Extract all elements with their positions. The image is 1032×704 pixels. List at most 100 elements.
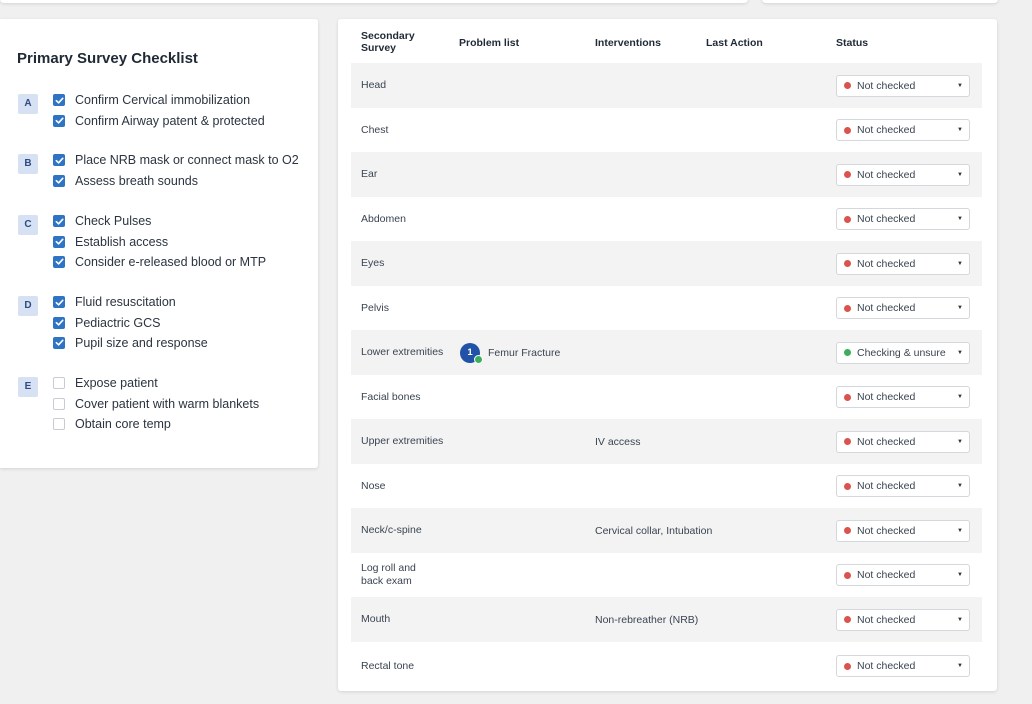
table-row[interactable]: Eyes Not checked ▼ [351, 241, 982, 286]
status-dropdown[interactable]: Not checked ▼ [836, 208, 970, 230]
checklist-item[interactable]: Pupil size and response [53, 333, 323, 353]
checkbox-checked[interactable] [53, 114, 65, 127]
interventions-cell: IV access [595, 435, 641, 448]
table-row[interactable]: Facial bones Not checked ▼ [351, 375, 982, 419]
status-dropdown[interactable]: Not checked ▼ [836, 252, 970, 275]
status-value: Checking & unsure [857, 346, 946, 359]
caret-down-icon: ▼ [957, 527, 963, 534]
secondary-survey-panel: Secondary Survey Problem list Interventi… [338, 19, 997, 691]
checklist-item[interactable]: Pediactric GCS [53, 312, 323, 332]
status-dot-icon [844, 662, 851, 670]
checklist-item-label: Pediactric GCS [75, 315, 161, 330]
status-value: Not checked [857, 213, 916, 225]
check-icon [55, 299, 64, 306]
checkbox-checked[interactable] [53, 174, 65, 187]
check-icon [55, 339, 64, 347]
caret-down-icon: ▼ [957, 616, 963, 623]
table-row[interactable]: Upper extremities IV access Not checked ▼ [351, 419, 982, 464]
checklist-item[interactable]: Fluid resuscitation [53, 292, 323, 312]
table-row[interactable]: Log roll and back exam Not checked ▼ [351, 553, 982, 597]
problem-list-cell[interactable]: 1 Femur Fracture [460, 330, 560, 375]
checklist-item[interactable]: Obtain core temp [53, 414, 323, 434]
status-dropdown[interactable]: Not checked ▼ [836, 608, 970, 631]
checkbox-checked[interactable] [53, 296, 65, 309]
table-row[interactable]: Ear Not checked ▼ [351, 152, 982, 197]
checkbox-checked[interactable] [53, 255, 65, 268]
status-dropdown[interactable]: Not checked ▼ [836, 119, 970, 141]
status-dropdown[interactable]: Checking & unsure ▼ [836, 341, 970, 364]
checklist-item-label: Assess breath sounds [75, 173, 198, 188]
checklist-item[interactable]: Check Pulses [53, 211, 323, 231]
table-row[interactable]: Pelvis Not checked ▼ [351, 286, 982, 330]
table-row[interactable]: Lower extremities 1 Femur Fracture Checking… [351, 330, 982, 375]
checklist-item-label: Expose patient [75, 376, 158, 391]
status-value: Not checked [857, 124, 916, 136]
table-row[interactable]: Rectal tone Not checked ▼ [351, 642, 982, 690]
status-dropdown[interactable]: Not checked ▼ [836, 74, 970, 97]
checklist-item[interactable]: Confirm Airway patent & protected [53, 110, 323, 130]
checklist-item[interactable]: Consider e-released blood or MTP [53, 252, 323, 272]
checkbox-unchecked[interactable] [53, 377, 65, 390]
checkbox-unchecked[interactable] [53, 417, 65, 430]
status-value: Not checked [857, 569, 916, 581]
checkbox-checked[interactable] [53, 336, 65, 349]
interventions-cell: Cervical collar, Intubation [595, 524, 713, 537]
checklist-item[interactable]: Confirm Cervical immobilization [53, 90, 323, 110]
status-dropdown[interactable]: Not checked ▼ [836, 475, 970, 497]
checklist-item-label: Confirm Airway patent & protected [75, 113, 265, 128]
checklist-item[interactable]: Assess breath sounds [53, 170, 323, 190]
check-icon [55, 117, 64, 124]
status-dropdown[interactable]: Not checked ▼ [836, 519, 970, 542]
table-row[interactable]: Abdomen Not checked ▼ [351, 197, 982, 241]
status-value: Not checked [857, 168, 916, 181]
problem-label: Femur Fracture [488, 346, 561, 359]
table-row[interactable]: Head Not checked ▼ [351, 63, 982, 108]
group-letter-badge: A [18, 94, 38, 114]
group-letter-badge: C [18, 215, 38, 235]
header-secondary-survey: Secondary Survey [361, 30, 415, 54]
status-dropdown[interactable]: Not checked ▼ [836, 430, 970, 453]
checklist-item-label: Cover patient with warm blankets [75, 396, 260, 411]
checkbox-checked[interactable] [53, 94, 65, 107]
checklist-item[interactable]: Place NRB mask or connect mask to O2 [53, 150, 323, 170]
table-row[interactable]: Neck/c-spine Cervical collar, Intubation N… [351, 508, 982, 553]
status-dot-icon [844, 304, 851, 312]
checklist-item[interactable]: Cover patient with warm blankets [53, 393, 323, 413]
body-region-label: Pelvis [361, 301, 390, 314]
checkbox-checked[interactable] [53, 154, 65, 167]
checkbox-unchecked[interactable] [53, 397, 65, 410]
table-row[interactable]: Chest Not checked ▼ [351, 108, 982, 152]
status-dropdown[interactable]: Not checked ▼ [836, 564, 970, 586]
status-dropdown[interactable]: Not checked ▼ [836, 297, 970, 319]
body-region-label: Mouth [361, 613, 391, 625]
checklist-items: Expose patient Cover patient with warm bl… [53, 373, 323, 434]
check-icon [55, 177, 64, 184]
checkbox-checked[interactable] [53, 215, 65, 228]
table-row[interactable]: Nose Not checked ▼ [351, 464, 982, 508]
checklist-item-label: Confirm Cervical immobilization [75, 93, 251, 108]
status-dot-icon [844, 438, 851, 445]
table-row[interactable]: Mouth Non-rebreather (NRB) Not checked ▼ [351, 597, 982, 642]
interventions-cell: Non-rebreather (NRB) [595, 613, 699, 626]
problem-count: 1 [467, 347, 473, 358]
status-value: Not checked [857, 613, 916, 626]
checkbox-checked[interactable] [53, 316, 65, 329]
status-dropdown[interactable]: Not checked ▼ [836, 386, 970, 408]
checklist-item[interactable]: Establish access [53, 231, 323, 251]
status-dot-icon [844, 571, 851, 579]
checklist-item[interactable]: Expose patient [53, 373, 323, 393]
status-dot-icon [844, 171, 851, 178]
caret-down-icon: ▼ [957, 216, 963, 222]
group-letter-badge: B [18, 154, 38, 174]
problem-count-badge[interactable]: 1 [460, 342, 483, 364]
checkbox-checked[interactable] [53, 235, 65, 248]
caret-down-icon: ▼ [957, 483, 963, 489]
status-dropdown[interactable]: Not checked ▼ [836, 163, 970, 186]
top-card [0, 0, 748, 3]
status-dropdown[interactable]: Not checked ▼ [836, 655, 970, 677]
top-card-secondary [762, 0, 998, 3]
status-dot-icon [844, 349, 851, 356]
caret-down-icon: ▼ [957, 663, 963, 669]
checklist-items: Confirm Cervical immobilization Confirm A… [53, 90, 323, 131]
caret-down-icon: ▼ [957, 260, 963, 267]
